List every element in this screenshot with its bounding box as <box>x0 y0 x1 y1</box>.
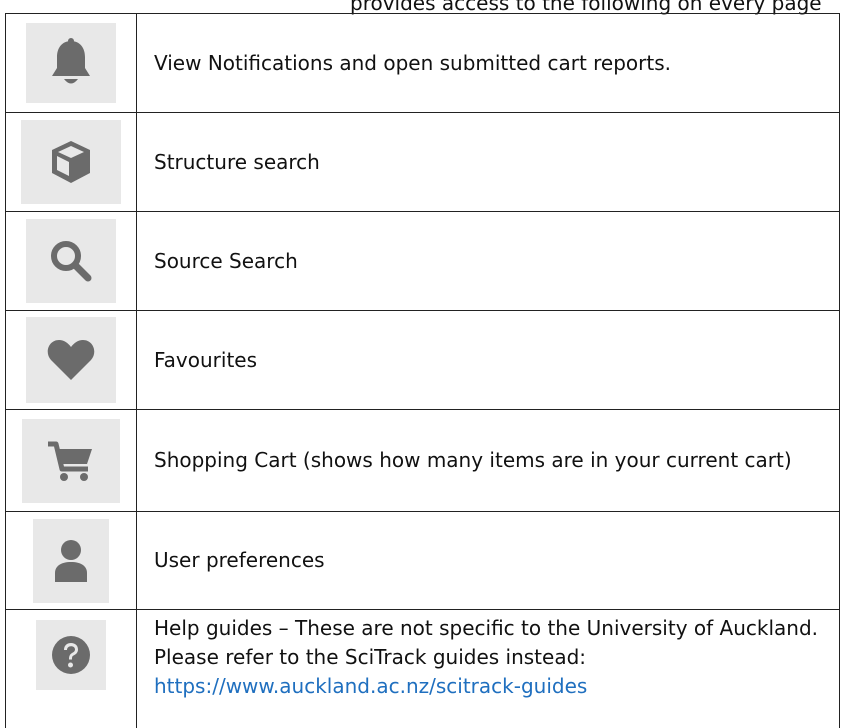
row-description: View Notifications and open submitted ca… <box>136 13 840 113</box>
bell-icon <box>52 38 90 84</box>
row-description: Source Search <box>136 211 840 311</box>
scitrack-guides-link[interactable]: https://www.auckland.ac.nz/scitrack-guid… <box>154 674 587 698</box>
shopping-cart-button[interactable] <box>22 418 120 503</box>
row-description: Help guides – These are not specific to … <box>136 609 840 728</box>
row-description: User preferences <box>136 511 840 610</box>
table-row: Source Search <box>5 211 840 311</box>
icon-cell <box>5 409 137 512</box>
row-description: Structure search <box>136 112 840 212</box>
table-row: View Notifications and open submitted ca… <box>5 13 840 113</box>
icon-legend-table: View Notifications and open submitted ca… <box>5 13 840 728</box>
user-preferences-button[interactable] <box>33 518 109 603</box>
notifications-button[interactable] <box>26 23 116 103</box>
cube-icon <box>52 141 90 183</box>
icon-cell <box>5 310 137 410</box>
structure-search-button[interactable] <box>21 120 121 204</box>
icon-cell <box>5 112 137 212</box>
search-icon <box>51 241 92 282</box>
favourites-button[interactable] <box>26 317 116 403</box>
row-description: Favourites <box>136 310 840 410</box>
table-row: Help guides – These are not specific to … <box>5 609 840 728</box>
icon-cell <box>5 609 137 728</box>
table-row: Favourites <box>5 310 840 410</box>
help-guides-button[interactable] <box>36 620 106 690</box>
user-icon <box>55 539 87 582</box>
table-row: User preferences <box>5 511 840 610</box>
heart-icon <box>47 340 95 380</box>
source-search-button[interactable] <box>26 219 116 303</box>
row-description: Shopping Cart (shows how many items are … <box>136 409 840 512</box>
icon-cell <box>5 211 137 311</box>
table-row: Structure search <box>5 112 840 212</box>
icon-cell <box>5 13 137 113</box>
help-icon <box>52 636 90 674</box>
help-guides-text: Help guides – These are not specific to … <box>154 616 819 669</box>
table-row: Shopping Cart (shows how many items are … <box>5 409 840 512</box>
cart-icon <box>48 441 92 481</box>
icon-cell <box>5 511 137 610</box>
